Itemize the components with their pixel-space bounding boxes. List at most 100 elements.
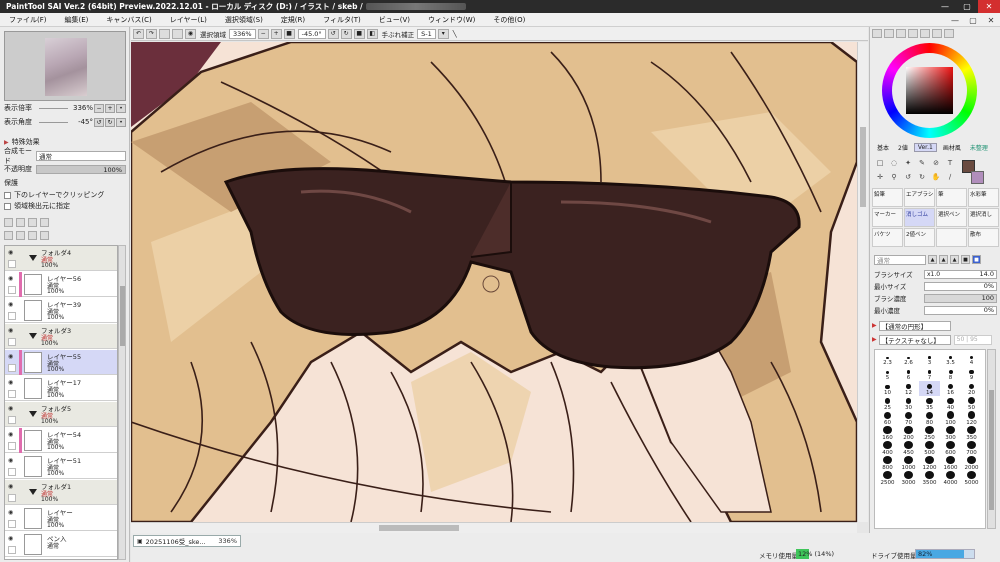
brush-size-preset[interactable]: 2500: [877, 471, 898, 486]
rotate-reset-icon[interactable]: ■: [353, 28, 365, 39]
brush-slot[interactable]: 鉛筆: [872, 188, 903, 207]
layer-item[interactable]: ◉ レイヤー54 通常 100%: [5, 428, 117, 453]
brush-size-preset[interactable]: 4: [961, 351, 982, 366]
color-mode-icon[interactable]: [872, 29, 882, 38]
color-tab-binary[interactable]: 2値: [895, 143, 911, 152]
brush-mode-select[interactable]: 通常: [874, 254, 926, 265]
min-size-slider[interactable]: 0%: [924, 281, 997, 291]
brush-slot[interactable]: 筆: [936, 188, 967, 207]
brush-size-preset[interactable]: 450: [898, 441, 919, 456]
lock-box[interactable]: [8, 546, 16, 554]
canvas-hscroll-thumb[interactable]: [379, 525, 459, 531]
brush-size-preset[interactable]: 300: [940, 426, 961, 441]
brush-size-preset[interactable]: 160: [877, 426, 898, 441]
visibility-eye-icon[interactable]: ◉: [8, 483, 17, 492]
color-panel-icon-7[interactable]: [944, 29, 954, 38]
layer-item[interactable]: ◉ レイヤー51 通常 100%: [5, 454, 117, 479]
brush-size-preset[interactable]: 8: [940, 366, 961, 381]
brush-size-preset[interactable]: 5000: [961, 471, 982, 486]
menu-canvas[interactable]: キャンバス(C): [97, 15, 160, 25]
pen-icon[interactable]: ✎: [916, 157, 928, 168]
brush-size-preset[interactable]: 120: [961, 411, 982, 426]
visibility-eye-icon[interactable]: ◉: [8, 275, 17, 284]
texture-expand-icon[interactable]: ▶: [872, 336, 877, 343]
redo-icon[interactable]: ↷: [146, 28, 157, 39]
brush-size-preset[interactable]: 35: [919, 396, 940, 411]
lock-box[interactable]: [8, 312, 16, 320]
lock-box[interactable]: [8, 442, 16, 450]
brush-size-preset[interactable]: 7: [919, 366, 940, 381]
layer-scroll-thumb[interactable]: [120, 286, 125, 346]
lock-box[interactable]: [8, 260, 16, 268]
brush-size-preset[interactable]: 1600: [940, 456, 961, 471]
visibility-eye-icon[interactable]: ◉: [8, 509, 17, 518]
undo-icon[interactable]: ↶: [133, 28, 144, 39]
brush-size-preset[interactable]: 14: [919, 381, 940, 396]
new-folder-icon[interactable]: [16, 218, 25, 227]
canvas-horizontal-scrollbar[interactable]: [131, 522, 857, 533]
brush-size-preset[interactable]: 350: [961, 426, 982, 441]
menu-selection[interactable]: 選択領域(S): [216, 15, 272, 25]
stabilizer-dropdown-icon[interactable]: ▾: [437, 28, 449, 39]
brush-size-preset[interactable]: 10: [877, 381, 898, 396]
merge-visible-icon[interactable]: [16, 231, 25, 240]
visibility-eye-icon[interactable]: ◉: [8, 353, 17, 362]
flip-icon[interactable]: ◧: [366, 28, 378, 39]
lasso-icon[interactable]: ◌: [888, 157, 900, 168]
brush-size-preset[interactable]: 100: [940, 411, 961, 426]
brush-size-mult[interactable]: x1.0: [927, 271, 940, 278]
canvas-vscroll-thumb[interactable]: [860, 127, 866, 207]
ruler-icon[interactable]: ╲: [453, 30, 457, 38]
navigator-preview[interactable]: [4, 31, 126, 101]
brush-slot[interactable]: エアブラシ: [904, 188, 935, 207]
brush-size-preset[interactable]: 6: [898, 366, 919, 381]
doc-close-button[interactable]: ✕: [982, 13, 1000, 27]
brush-size-preset[interactable]: 5: [877, 366, 898, 381]
clip-row[interactable]: 下のレイヤーでクリッピング: [4, 190, 126, 200]
brush-size-preset[interactable]: 600: [940, 441, 961, 456]
edge-shape-3[interactable]: ▲: [950, 255, 959, 264]
document-tab[interactable]: ▣ 20251106受_ske... 336%: [133, 535, 241, 547]
maximize-button[interactable]: ▢: [956, 0, 978, 13]
layer-item[interactable]: ◉ ペン入 通常: [5, 532, 117, 557]
visibility-eye-icon[interactable]: ◉: [8, 431, 17, 440]
eyedropper-icon[interactable]: ⊘: [930, 157, 942, 168]
merge-down-icon[interactable]: [4, 231, 13, 240]
folder-toggle-icon[interactable]: [29, 411, 37, 417]
invert-select-icon[interactable]: [172, 28, 183, 39]
texture-strength[interactable]: 50 | 95: [953, 334, 992, 345]
brush-size-preset[interactable]: 50: [961, 396, 982, 411]
menu-file[interactable]: ファイル(F): [0, 15, 56, 25]
visibility-eye-icon[interactable]: ◉: [8, 405, 17, 414]
visibility-eye-icon[interactable]: ◉: [8, 249, 17, 258]
select-source-checkbox[interactable]: [4, 202, 11, 210]
copy-layer-icon[interactable]: [28, 218, 37, 227]
brush-slot[interactable]: 散布: [968, 228, 999, 247]
brush-size-preset[interactable]: 1200: [919, 456, 940, 471]
zoom-out-button[interactable]: −: [94, 103, 104, 113]
lock-box[interactable]: [8, 364, 16, 372]
new-layer-icon[interactable]: [4, 218, 13, 227]
brush-size-slider[interactable]: x1.0 14.0: [924, 269, 997, 279]
layer-folder[interactable]: ◉ フォルダ5 通常 100%: [5, 402, 117, 427]
layer-item[interactable]: ◉ レイヤー17 通常 100%: [5, 376, 117, 401]
brush-size-preset[interactable]: 40: [940, 396, 961, 411]
doc-restore-button[interactable]: ▢: [964, 13, 982, 27]
brush-size-preset[interactable]: 500: [919, 441, 940, 456]
color-tab-unsorted[interactable]: 未整理: [967, 143, 991, 152]
menu-ruler[interactable]: 定規(R): [272, 15, 314, 25]
rotate-cw-button[interactable]: ↻: [105, 117, 115, 127]
menu-window[interactable]: ウィンドウ(W): [419, 15, 484, 25]
color-panel-icon-2[interactable]: [884, 29, 894, 38]
zoom-field[interactable]: 336%: [229, 28, 256, 39]
visibility-eye-icon[interactable]: ◉: [8, 301, 17, 310]
edge-shape-1[interactable]: ▲: [928, 255, 937, 264]
brush-size-preset[interactable]: 1000: [898, 456, 919, 471]
color-tab-basic[interactable]: 基本: [874, 143, 892, 152]
menu-layer[interactable]: レイヤー(L): [161, 15, 216, 25]
color-panel-icon-3[interactable]: [896, 29, 906, 38]
brush-size-preset[interactable]: 250: [919, 426, 940, 441]
delete-layer-icon[interactable]: [40, 231, 49, 240]
brush-size-preset[interactable]: 9: [961, 366, 982, 381]
brush-size-preset[interactable]: 12: [898, 381, 919, 396]
